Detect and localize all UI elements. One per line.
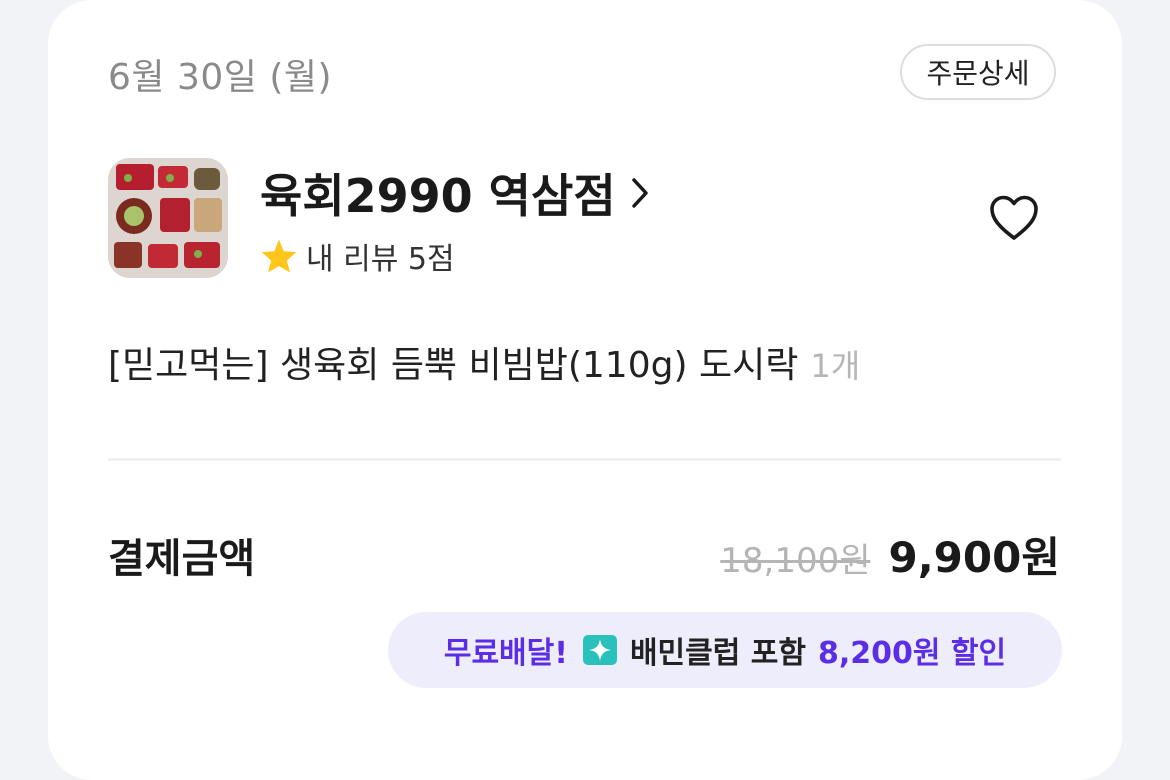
star-icon	[260, 238, 298, 274]
order-card: 6월 30일 (월) 주문상세 육회2990 역삼점 내 리뷰 5점 [믿고먹는…	[48, 0, 1122, 780]
payment-label: 결제금액	[108, 536, 256, 582]
my-review: 내 리뷰 5점	[260, 234, 455, 278]
review-label: 내 리뷰 5점	[306, 242, 455, 277]
sparkle-club-icon	[582, 634, 618, 666]
club-text: 배민클럽 포함	[629, 636, 806, 671]
free-delivery-text: 무료배달!	[443, 636, 568, 671]
promo-banner: 무료배달! 배민클럽 포함 8,200원 할인	[388, 612, 1062, 688]
store-name-link[interactable]: 육회2990 역삼점	[260, 160, 650, 226]
item-name: [믿고먹는] 생육회 듬뿍 비빔밥(110g) 도시락	[108, 345, 799, 386]
order-date: 6월 30일 (월)	[108, 57, 333, 98]
final-price: 9,900원	[888, 533, 1061, 582]
order-detail-button[interactable]: 주문상세	[900, 44, 1056, 100]
heart-outline-icon[interactable]	[988, 194, 1040, 242]
divider	[108, 458, 1061, 461]
payment-amounts: 18,100원 9,900원	[720, 524, 1060, 585]
ordered-item: [믿고먹는] 생육회 듬뿍 비빔밥(110g) 도시락 1개	[108, 336, 860, 388]
item-quantity: 1개	[810, 347, 861, 385]
store-thumbnail[interactable]	[108, 158, 228, 278]
chevron-right-icon	[630, 176, 650, 210]
discount-text: 8,200원 할인	[818, 636, 1007, 671]
original-price: 18,100원	[720, 541, 871, 581]
store-name: 육회2990 역삼점	[260, 169, 616, 223]
